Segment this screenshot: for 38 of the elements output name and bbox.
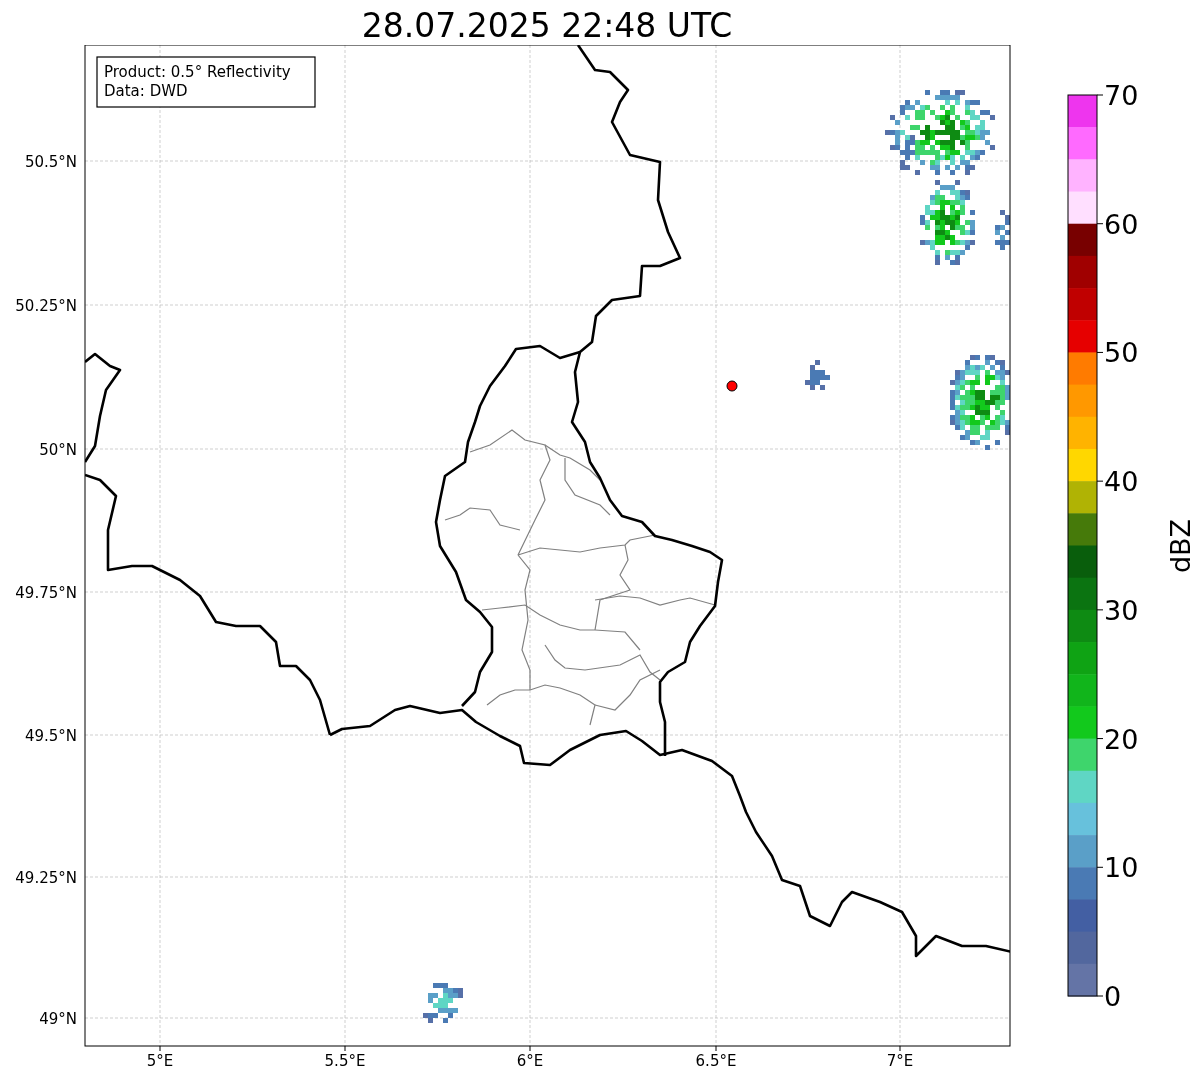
colorbar-tick-label: 40 [1104, 466, 1139, 498]
tick-mark [344, 1045, 346, 1052]
tick-mark [1096, 223, 1104, 225]
axis-tick-label: 5°E [146, 1052, 174, 1070]
tick-mark [1096, 480, 1104, 482]
axis-tick-label: 50.5°N [24, 153, 77, 171]
tick-mark [1096, 609, 1104, 611]
axis-tick-label: 49.25°N [15, 869, 77, 887]
colorbar-tick-label: 70 [1104, 80, 1139, 111]
colorbar-tick-label: 30 [1104, 594, 1139, 626]
axis-tick-label: 49.5°N [24, 727, 77, 745]
axis-tick-label: 49°N [39, 1010, 77, 1028]
axis-tick-label: 49.75°N [15, 584, 77, 602]
tick-mark [1096, 738, 1104, 740]
tick-mark [159, 1045, 161, 1052]
chart-title: 28.07.2025 22:48 UTC [360, 5, 734, 45]
axis-tick-label: 50.25°N [15, 297, 77, 315]
tick-mark [1096, 351, 1104, 353]
colorbar-tick-label: 0 [1104, 981, 1122, 1012]
axis-tick-label: 6°E [516, 1052, 544, 1070]
tick-mark [899, 1045, 901, 1052]
colorbar-tick-label: 10 [1104, 852, 1139, 884]
info-text: Data: DWD [104, 82, 188, 100]
axis-tick-label: 6.5°E [695, 1052, 737, 1070]
colorbar-tick-label: 60 [1104, 208, 1139, 240]
tick-mark [529, 1045, 531, 1052]
colorbar-tick-label: 50 [1104, 337, 1139, 369]
colorbar-tick-label: 20 [1104, 723, 1139, 755]
colorbar-label: dBZ [1165, 518, 1196, 574]
axis-tick-label: 5.5°E [324, 1052, 366, 1070]
tick-mark [1096, 866, 1104, 868]
tick-mark [1096, 995, 1104, 997]
info-text: Product: 0.5° Reflectivity [104, 63, 291, 81]
tick-mark [1096, 94, 1104, 96]
axis-tick-label: 50°N [39, 441, 77, 459]
tick-mark [715, 1045, 717, 1052]
radar-site-marker [726, 380, 738, 392]
axis-tick-label: 7°E [886, 1052, 914, 1070]
